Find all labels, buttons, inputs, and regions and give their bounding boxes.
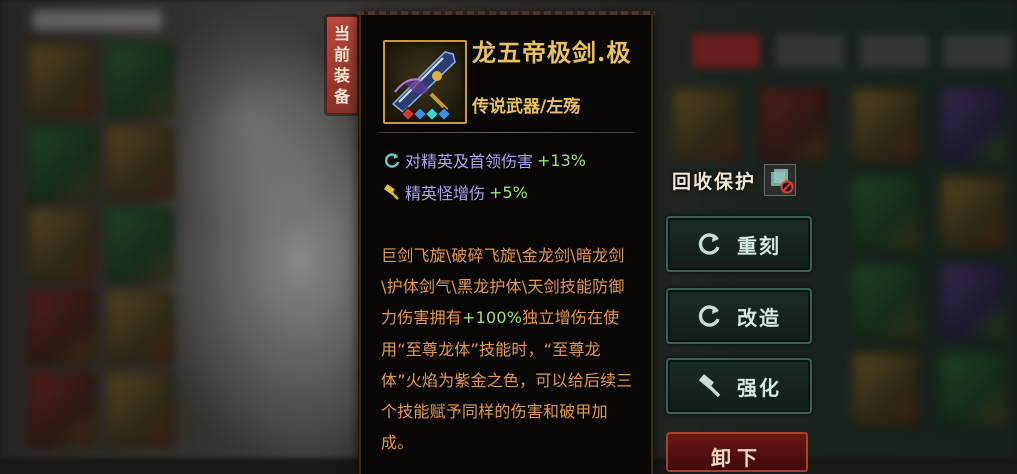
- inventory-slot: [28, 372, 96, 446]
- inventory-slot: [672, 88, 740, 162]
- bag-tab: [860, 34, 928, 68]
- bag-tab: [692, 34, 760, 68]
- inventory-slot: [852, 88, 920, 162]
- inventory-slot: [106, 208, 174, 282]
- refresh-icon: [385, 153, 400, 168]
- inventory-slot: [106, 126, 174, 200]
- refresh-icon: [698, 233, 720, 255]
- sword-icon: [383, 40, 467, 124]
- recycle-protection: 回收保护: [672, 164, 797, 196]
- inventory-slot: [28, 208, 96, 282]
- current-equipped-badge: 当 前 装 备: [326, 16, 358, 114]
- badge-char: 备: [333, 87, 350, 106]
- inventory-slot: [852, 176, 920, 250]
- inventory-slot: [106, 290, 174, 364]
- bag-tab: [776, 34, 844, 68]
- badge-char: 当: [333, 24, 350, 43]
- item-description: 巨剑飞旋\破碎飞旋\金龙剑\暗龙剑\护体剑气\黑龙护体\天剑技能防御力伤害拥有+…: [381, 240, 633, 458]
- inventory-slot: [940, 176, 1008, 250]
- badge-char: 前: [333, 45, 350, 64]
- refresh-icon: [698, 305, 720, 327]
- hammer-icon: [384, 184, 399, 200]
- inventory-slot: [852, 264, 920, 338]
- description-text: 独立增伤在使用“至尊龙体”技能时，“至尊龙体”火焰为紫金之色，可以给后续三个技能…: [381, 308, 633, 453]
- item-name: 龙五帝极剑.极: [472, 38, 632, 67]
- inventory-slot: [106, 372, 174, 446]
- reforge-button[interactable]: 改造: [666, 288, 812, 344]
- hammer-icon: [698, 374, 721, 398]
- recarve-button[interactable]: 重刻: [666, 216, 812, 272]
- enhance-label: 强化: [737, 375, 781, 400]
- lock-forbidden-icon: [771, 169, 794, 194]
- gem-slot: [436, 106, 452, 122]
- gem-slots: [400, 106, 452, 122]
- unequip-label: 卸下: [711, 446, 763, 470]
- enhance-button[interactable]: 强化: [666, 358, 812, 414]
- affix-text: 对精英及首领伤害: [405, 152, 534, 171]
- inventory-slot: [28, 44, 96, 118]
- inventory-slot: [28, 290, 96, 364]
- bag-tab: [944, 34, 1012, 68]
- affix-value: +13%: [537, 150, 586, 170]
- recycle-protection-toggle[interactable]: [764, 164, 797, 196]
- reforge-label: 改造: [737, 305, 781, 330]
- affix-value: +5%: [489, 182, 528, 202]
- inventory-slot: [760, 88, 828, 162]
- blurred-header: [32, 10, 162, 30]
- item-tooltip-panel: 龙五帝极剑.极 传说武器/左殇 对精英及首领伤害 +13% 精英怪增伤 +5% 巨剑…: [357, 11, 655, 474]
- badge-char: 装: [333, 66, 350, 85]
- affix-row: 精英怪增伤 +5%: [383, 180, 528, 204]
- recycle-protection-label: 回收保护: [672, 170, 757, 193]
- affix-row: 对精英及首领伤害 +13%: [383, 148, 586, 172]
- affix-text: 精英怪增伤: [405, 184, 486, 203]
- inventory-slot: [940, 88, 1008, 162]
- unequip-button[interactable]: 卸下: [666, 432, 808, 472]
- inventory-slot: [28, 126, 96, 200]
- description-value: +100%: [462, 308, 523, 328]
- divider: [379, 132, 635, 133]
- inventory-slot: [940, 264, 1008, 338]
- inventory-slot: [106, 44, 174, 118]
- item-type: 传说武器/左殇: [472, 97, 581, 117]
- recarve-label: 重刻: [737, 233, 781, 258]
- inventory-slot: [852, 352, 920, 426]
- inventory-slot: [940, 352, 1008, 426]
